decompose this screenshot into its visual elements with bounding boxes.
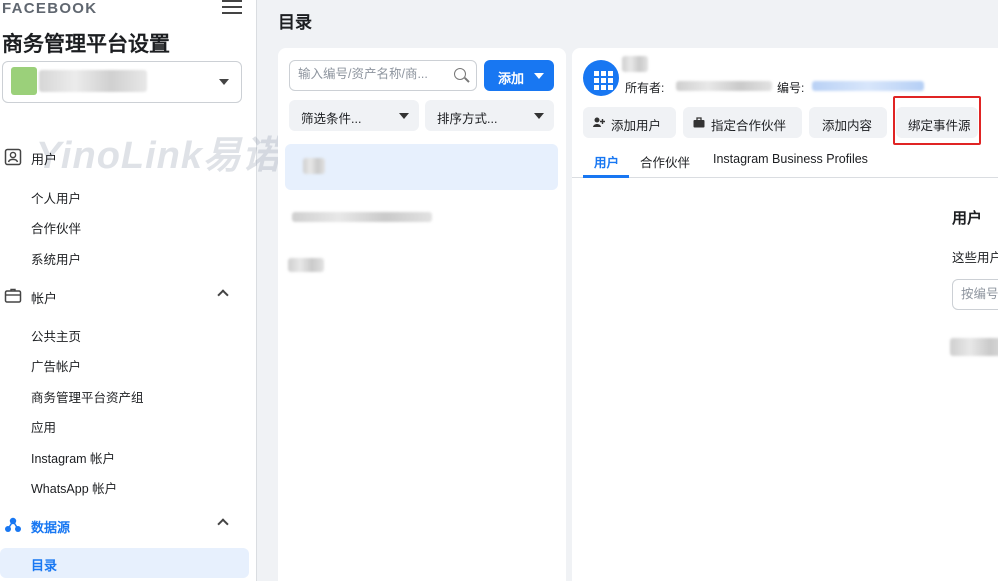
- catalog-list-item[interactable]: [292, 212, 432, 222]
- hamburger-menu-icon[interactable]: [222, 0, 242, 16]
- sidebar-item-people[interactable]: 个人用户: [31, 188, 81, 207]
- caret-down-icon: [534, 113, 544, 119]
- users-search[interactable]: [952, 279, 998, 310]
- add-button-label: 添加: [498, 71, 525, 86]
- data-sources-icon: [5, 517, 21, 532]
- sidebar-item-whatsapp[interactable]: WhatsApp 帐户: [31, 478, 117, 497]
- tab-users[interactable]: 用户: [594, 152, 619, 171]
- account-avatar: [11, 67, 37, 95]
- tab-instagram-business-profiles[interactable]: Instagram Business Profiles: [713, 152, 868, 166]
- sidebar-item-ad-accounts[interactable]: 广告帐户: [31, 356, 81, 375]
- chevron-up-icon[interactable]: [217, 518, 229, 530]
- user-row-redacted[interactable]: [950, 338, 998, 356]
- sidebar-item-asset-groups[interactable]: 商务管理平台资产组: [31, 387, 144, 406]
- page-title: 目录: [278, 13, 312, 32]
- section-data-sources-label: 数据源: [31, 520, 71, 535]
- add-button[interactable]: 添加: [484, 60, 554, 91]
- add-user-label: 添加用户: [611, 119, 662, 133]
- search-icon: [454, 68, 466, 80]
- sidebar-item-partners[interactable]: 合作伙伴: [31, 218, 81, 237]
- owner-label: 所有者:: [625, 81, 665, 95]
- sidebar-item-instagram[interactable]: Instagram 帐户: [31, 448, 115, 467]
- chevron-up-icon[interactable]: [217, 289, 229, 301]
- assign-partner-label: 指定合作伙伴: [711, 119, 787, 133]
- add-user-icon: [593, 117, 605, 127]
- owner-redacted: [676, 81, 772, 91]
- sidebar-item-catalog[interactable]: 目录: [0, 548, 249, 578]
- section-accounts[interactable]: 帐户: [0, 285, 257, 309]
- business-account-selector[interactable]: [2, 61, 242, 103]
- catalog-detail-panel: 所有者: 编号: 添加用户 指定合作伙伴 添加内容 绑定事件源 用户 合作伙伴 …: [572, 48, 998, 581]
- catalog-list-item[interactable]: [288, 258, 324, 272]
- section-users-label: 用户: [31, 152, 58, 167]
- catalog-list-panel: 添加 筛选条件... 排序方式...: [278, 48, 566, 581]
- briefcase-icon: [693, 117, 705, 128]
- active-tab-indicator: [583, 175, 629, 178]
- sidebar-item-pages[interactable]: 公共主页: [31, 326, 81, 345]
- redacted-text: [303, 158, 325, 174]
- id-redacted: [812, 81, 924, 91]
- section-accounts-label: 帐户: [31, 291, 58, 306]
- filter-dropdown-label: 筛选条件...: [301, 112, 362, 126]
- catalog-list-item-selected[interactable]: [285, 144, 558, 190]
- caret-down-icon: [219, 79, 229, 85]
- users-section-description: 这些用户: [952, 251, 998, 265]
- sort-dropdown-label: 排序方式...: [437, 112, 498, 126]
- users-search-input[interactable]: [961, 287, 998, 301]
- catalog-name-redacted: [622, 56, 648, 72]
- section-data-sources[interactable]: 数据源: [0, 514, 257, 538]
- user-card-icon: [4, 148, 22, 166]
- assign-partner-button[interactable]: 指定合作伙伴: [683, 107, 802, 138]
- catalog-search[interactable]: [289, 60, 477, 91]
- detail-tabs: 用户 合作伙伴 Instagram Business Profiles: [572, 144, 998, 178]
- caret-down-icon: [534, 73, 544, 79]
- id-label: 编号:: [777, 81, 805, 95]
- section-users[interactable]: 用户: [0, 146, 257, 170]
- catalog-search-input[interactable]: [298, 67, 450, 81]
- caret-down-icon: [399, 113, 409, 119]
- sidebar: FACEBOOK 商务管理平台设置 YinoLink易诺 用户 个人用户 合作伙…: [0, 0, 280, 581]
- highlight-box: [893, 96, 981, 145]
- account-name-redacted: [39, 70, 147, 92]
- sidebar-item-catalog-label: 目录: [31, 558, 58, 573]
- app-title: 商务管理平台设置: [2, 33, 170, 56]
- sidebar-item-apps[interactable]: 应用: [31, 417, 56, 436]
- sidebar-item-system-users[interactable]: 系统用户: [31, 249, 81, 268]
- tab-partners[interactable]: 合作伙伴: [640, 152, 690, 171]
- filter-dropdown[interactable]: 筛选条件...: [289, 100, 419, 131]
- users-section-title: 用户: [952, 210, 983, 227]
- add-content-label: 添加内容: [822, 119, 873, 133]
- add-content-button[interactable]: 添加内容: [809, 107, 887, 138]
- catalog-avatar-grid-icon: [583, 60, 619, 96]
- add-user-button[interactable]: 添加用户: [583, 107, 676, 138]
- facebook-logo: FACEBOOK: [2, 0, 98, 17]
- sort-dropdown[interactable]: 排序方式...: [425, 100, 554, 131]
- briefcase-icon: [4, 288, 22, 303]
